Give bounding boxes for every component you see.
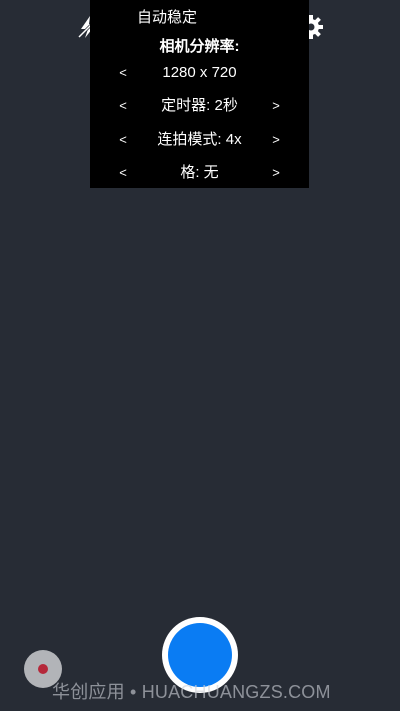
timer-value: 定时器: 2秒: [161, 97, 238, 114]
burst-mode-value: 连拍模式: 4x: [157, 131, 242, 148]
timer-next-arrow[interactable]: >: [268, 94, 284, 118]
burst-mode-prev-arrow[interactable]: <: [115, 128, 131, 152]
timer-row: < 定时器: 2秒 >: [90, 94, 309, 118]
timer-prev-arrow[interactable]: <: [115, 94, 131, 118]
burst-mode-row: < 连拍模式: 4x >: [90, 128, 309, 152]
burst-mode-next-arrow[interactable]: >: [268, 128, 284, 152]
record-dot-icon: [38, 664, 48, 674]
resolution-row: < 1280 x 720: [90, 61, 309, 85]
grid-value: 格: 无: [180, 164, 219, 181]
grid-prev-arrow[interactable]: <: [115, 161, 131, 185]
grid-row: < 格: 无 >: [90, 161, 309, 185]
settings-popup: 自动稳定 相机分辨率: < 1280 x 720 < 定时器: 2秒 > < 连…: [90, 0, 309, 188]
watermark-text: 华创应用 • HUACHUANGZS.COM: [52, 682, 331, 702]
auto-stabilization-option[interactable]: 自动稳定: [137, 6, 197, 30]
resolution-prev-arrow[interactable]: <: [115, 61, 131, 85]
resolution-value: 1280 x 720: [162, 64, 237, 81]
resolution-heading: 相机分辨率:: [159, 38, 240, 55]
grid-next-arrow[interactable]: >: [268, 161, 284, 185]
